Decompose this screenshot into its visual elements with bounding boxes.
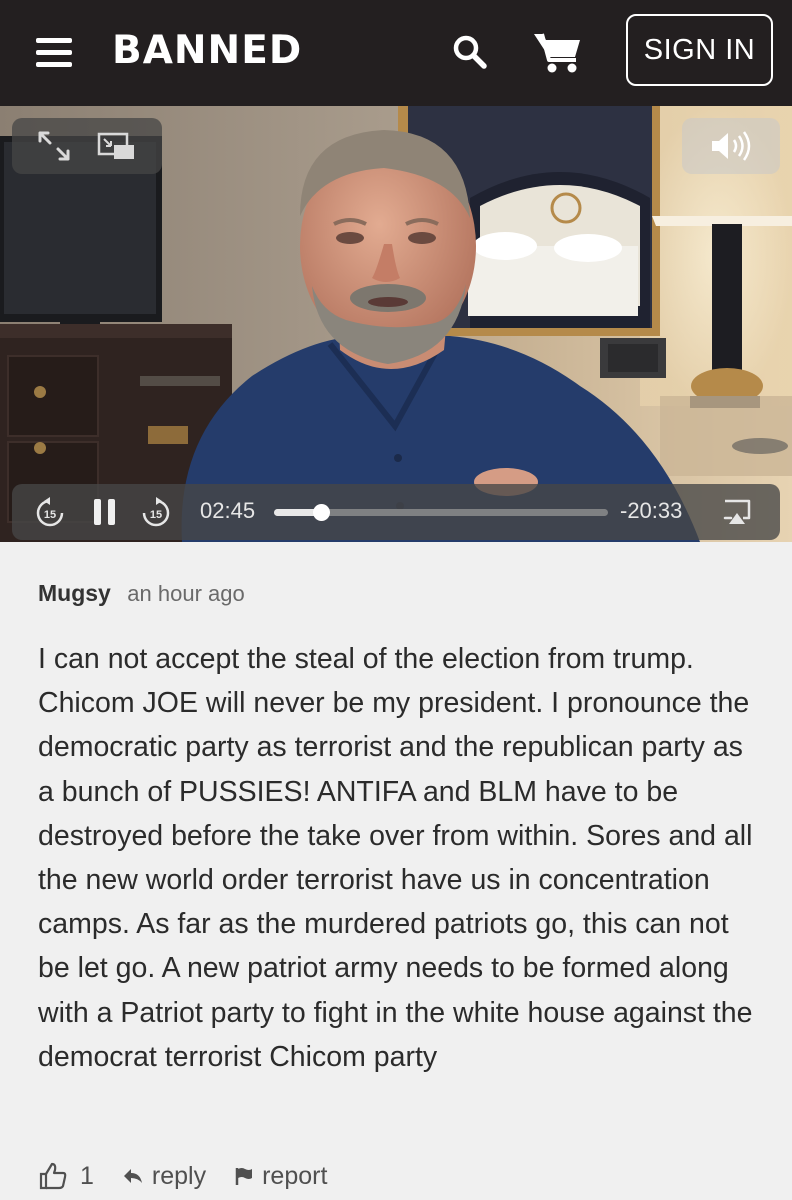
cart-icon[interactable] xyxy=(532,30,582,74)
like-count: 1 xyxy=(80,1161,94,1190)
comment-body: I can not accept the steal of the electi… xyxy=(38,643,753,1073)
search-icon[interactable] xyxy=(452,34,488,70)
progress-track[interactable] xyxy=(274,504,608,521)
comment-actions: 1 reply report xyxy=(38,1158,327,1194)
comment-timestamp: an hour ago xyxy=(127,581,245,606)
flag-icon xyxy=(235,1168,253,1185)
top-nav-bar: BANNED SIGN IN xyxy=(0,0,792,106)
pause-icon[interactable] xyxy=(92,498,118,526)
site-logo[interactable]: BANNED xyxy=(112,28,302,73)
speaker-icon xyxy=(712,131,751,161)
skip-forward-15-icon[interactable]: 15 xyxy=(140,496,172,528)
comment: Mugsy an hour ago I can not accept the s… xyxy=(38,580,768,1079)
remaining-time: -20:33 xyxy=(620,498,683,523)
reply-label: reply xyxy=(151,1161,207,1190)
comment-meta: Mugsy an hour ago xyxy=(38,580,768,607)
report-button[interactable]: report xyxy=(234,1162,327,1191)
skip-back-15-icon[interactable]: 15 xyxy=(34,496,66,528)
report-label: report xyxy=(262,1161,328,1190)
elapsed-time: 02:45 xyxy=(200,498,256,523)
view-controls xyxy=(12,118,162,174)
airplay-icon[interactable] xyxy=(722,498,752,526)
sign-in-button[interactable]: SIGN IN xyxy=(626,14,773,86)
progress-thumb[interactable] xyxy=(313,504,331,521)
skip-forward-label: 15 xyxy=(150,509,162,521)
reply-button[interactable]: reply xyxy=(122,1162,206,1191)
expand-icon[interactable] xyxy=(36,130,72,162)
thumbs-up-icon[interactable] xyxy=(38,1161,68,1191)
comment-author[interactable]: Mugsy xyxy=(38,580,111,606)
video-player[interactable]: 15 15 02:45 -20:33 xyxy=(0,106,792,542)
reply-arrow-icon xyxy=(123,1169,142,1183)
volume-button[interactable] xyxy=(682,118,780,174)
skip-back-label: 15 xyxy=(44,509,56,521)
hamburger-menu-icon[interactable] xyxy=(36,38,72,68)
picture-in-picture-icon[interactable] xyxy=(96,131,136,161)
playback-controls: 15 15 02:45 -20:33 xyxy=(12,484,780,540)
